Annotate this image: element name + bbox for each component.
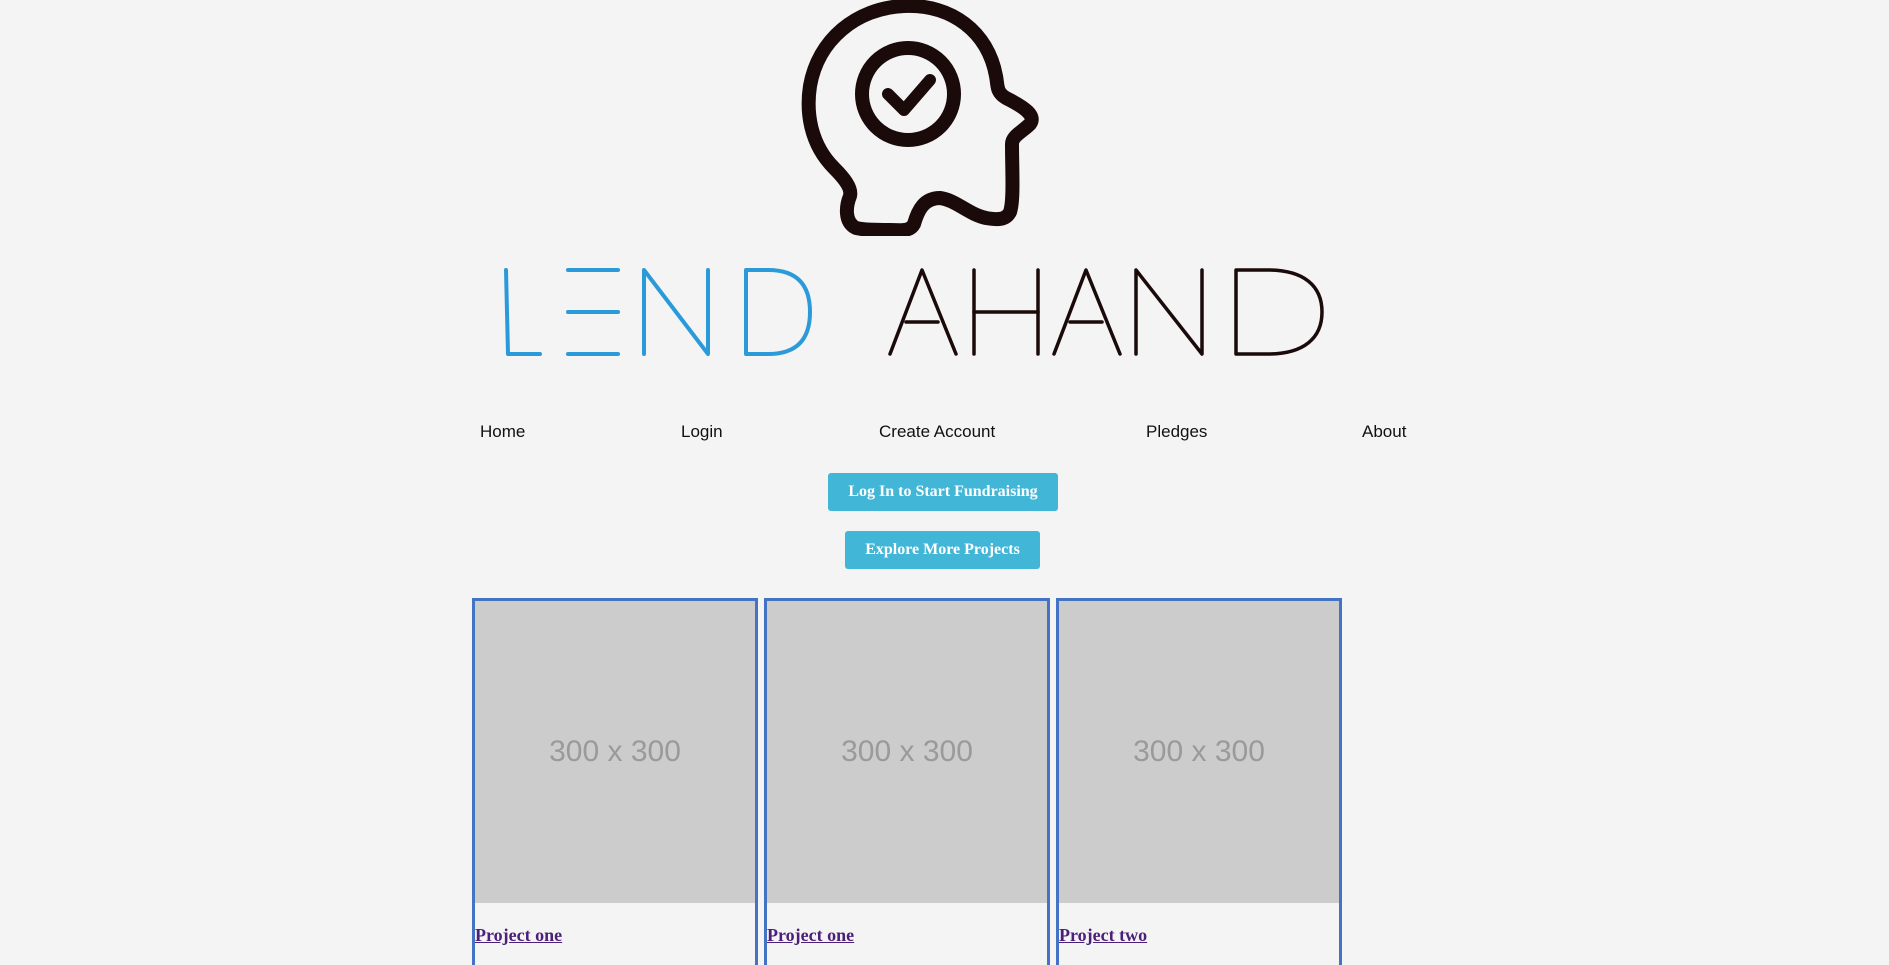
main-nav: Home Login Create Account Pledges About (0, 422, 1889, 446)
project-card[interactable]: 300 x 300 Project two (1056, 598, 1342, 965)
nav-link-home[interactable]: Home (480, 422, 525, 442)
nav-link-pledges[interactable]: Pledges (1146, 422, 1207, 442)
login-to-start-fundraising-button[interactable]: Log In to Start Fundraising (828, 473, 1058, 511)
nav-link-create-account[interactable]: Create Account (879, 422, 995, 442)
project-card[interactable]: 300 x 300 Project one (472, 598, 758, 965)
project-image-placeholder: 300 x 300 (475, 601, 755, 903)
nav-link-login[interactable]: Login (681, 422, 723, 442)
lend-a-hand-wordmark-logo (504, 268, 1324, 356)
project-image-placeholder: 300 x 300 (1059, 601, 1339, 903)
project-grid: 300 x 300 Project one 300 x 300 Project … (472, 598, 1346, 965)
project-card[interactable]: 300 x 300 Project one (764, 598, 1050, 965)
head-checkmark-logo-icon (801, 0, 1039, 236)
project-title-link[interactable]: Project one (767, 925, 1047, 946)
project-image-placeholder: 300 x 300 (767, 601, 1047, 903)
project-title-link[interactable]: Project two (1059, 925, 1339, 946)
explore-more-projects-button[interactable]: Explore More Projects (845, 531, 1040, 569)
nav-link-about[interactable]: About (1362, 422, 1406, 442)
project-title-link[interactable]: Project one (475, 925, 755, 946)
page: Home Login Create Account Pledges About … (0, 0, 1889, 965)
